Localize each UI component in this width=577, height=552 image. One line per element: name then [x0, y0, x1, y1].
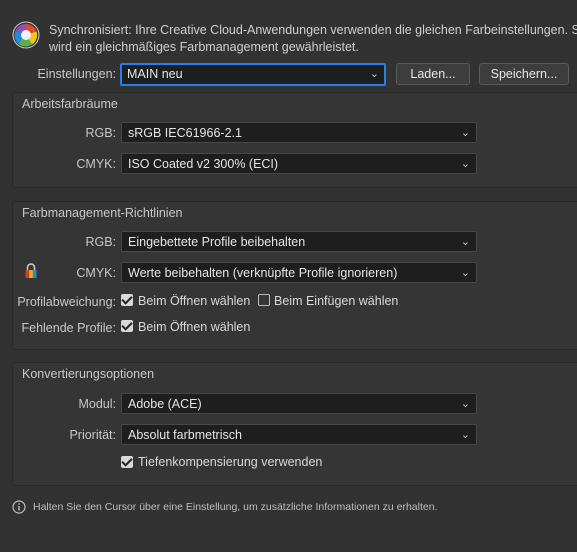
workspace-rgb-value: sRGB IEC61966-2.1	[128, 126, 242, 140]
policy-cmyk-value: Werte beibehalten (verknüpfte Profile ig…	[128, 266, 398, 280]
policy-rgb-value: Eingebettete Profile beibehalten	[128, 235, 306, 249]
workspace-cmyk-select[interactable]: ISO Coated v2 300% (ECI) ⌄	[121, 153, 477, 174]
chevron-down-icon: ⌄	[460, 236, 470, 248]
chevron-down-icon: ⌄	[460, 398, 470, 410]
mismatch-open-label: Beim Öffnen wählen	[138, 294, 251, 308]
engine-value: Adobe (ACE)	[128, 397, 202, 411]
chevron-down-icon: ⌄	[460, 429, 470, 441]
conversion-title: Konvertierungsoptionen	[22, 367, 155, 381]
mismatch-open-checkbox[interactable]	[121, 294, 133, 306]
chevron-down-icon: ⌄	[369, 68, 379, 80]
missing-profiles-label: Fehlende Profile:	[21, 321, 116, 335]
workspace-cmyk-label: CMYK:	[76, 157, 116, 171]
chevron-down-icon: ⌄	[460, 158, 470, 170]
intent-value: Absolut farbmetrisch	[128, 428, 242, 442]
engine-label: Modul:	[78, 397, 116, 411]
intent-label: Priorität:	[69, 428, 116, 442]
settings-label: Einstellungen:	[37, 67, 116, 81]
sync-line-2: wird ein gleichmäßiges Farbmanagement ge…	[49, 40, 359, 54]
info-icon	[12, 500, 26, 514]
engine-select[interactable]: Adobe (ACE) ⌄	[121, 393, 477, 414]
mismatch-paste-label: Beim Einfügen wählen	[274, 294, 399, 308]
chevron-down-icon: ⌄	[460, 127, 470, 139]
bpc-label: Tiefenkompensierung verwenden	[138, 455, 323, 469]
bpc-checkbox[interactable]	[121, 456, 133, 468]
workspace-rgb-select[interactable]: sRGB IEC61966-2.1 ⌄	[121, 122, 477, 143]
color-wheel-icon	[12, 21, 40, 49]
workspaces-title: Arbeitsfarbräume	[22, 97, 118, 111]
lock-icon	[24, 263, 38, 279]
policy-cmyk-label: CMYK:	[76, 266, 116, 280]
workspace-rgb-label: RGB:	[85, 126, 116, 140]
policy-cmyk-select[interactable]: Werte beibehalten (verknüpfte Profile ig…	[121, 262, 477, 283]
settings-value: MAIN neu	[127, 67, 183, 81]
mismatch-label: Profilabweichung:	[17, 295, 116, 309]
policy-rgb-label: RGB:	[85, 235, 116, 249]
policy-rgb-select[interactable]: Eingebettete Profile beibehalten ⌄	[121, 231, 477, 252]
settings-select[interactable]: MAIN neu ⌄	[120, 63, 386, 86]
missing-open-checkbox[interactable]	[121, 320, 133, 332]
policies-title: Farbmanagement-Richtlinien	[22, 206, 183, 220]
missing-open-label: Beim Öffnen wählen	[138, 320, 251, 334]
load-button[interactable]: Laden...	[396, 63, 470, 85]
info-text: Halten Sie den Cursor über eine Einstell…	[33, 501, 438, 513]
save-button[interactable]: Speichern...	[479, 63, 569, 85]
intent-select[interactable]: Absolut farbmetrisch ⌄	[121, 424, 477, 445]
sync-message: Synchronisiert: Ihre Creative Cloud-Anwe…	[49, 22, 577, 56]
workspace-cmyk-value: ISO Coated v2 300% (ECI)	[128, 157, 279, 171]
chevron-down-icon: ⌄	[460, 267, 470, 279]
sync-line-1: Synchronisiert: Ihre Creative Cloud-Anwe…	[49, 23, 577, 37]
mismatch-paste-checkbox[interactable]	[258, 294, 270, 306]
